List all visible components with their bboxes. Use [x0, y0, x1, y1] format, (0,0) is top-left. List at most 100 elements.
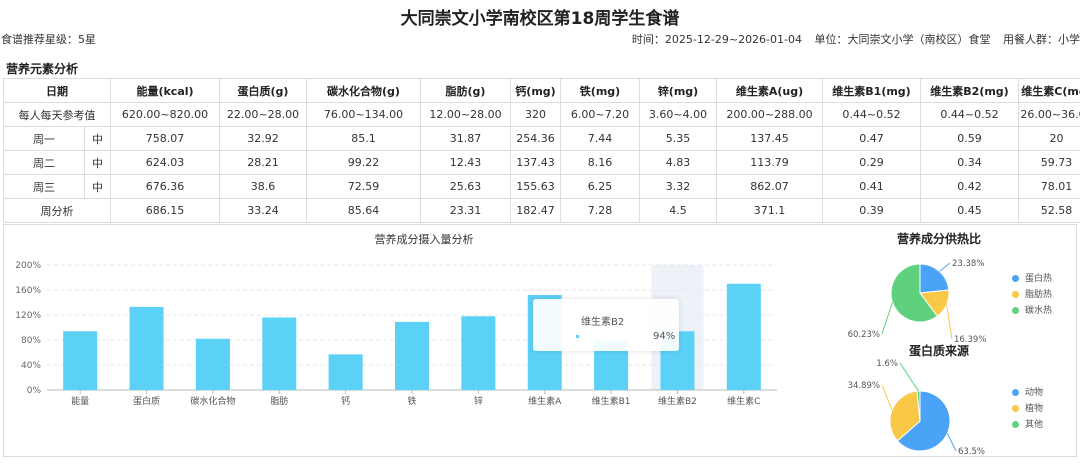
table-cell: 3.60~4.00	[639, 102, 717, 127]
legend-item[interactable]: 蛋白热	[1012, 271, 1052, 287]
table-cell-meal: 中	[84, 150, 111, 175]
pie-label-line	[939, 262, 951, 272]
table-cell: 12.43	[420, 150, 511, 175]
table-header: 铁(mg)	[560, 78, 640, 103]
table-cell: 620.00~820.00	[110, 102, 220, 127]
pie-slice[interactable]	[919, 263, 950, 294]
menu-time: 时间：2025-12-29~2026-01-04	[631, 33, 802, 46]
table-cell: 28.21	[219, 150, 307, 175]
table-row-day: 周二 中 624.03 28.21 99.22 12.43 137.43 8.1…	[3, 150, 1080, 175]
bar[interactable]	[262, 317, 297, 391]
table-cell: 758.07	[110, 126, 220, 151]
table-cell: 85.1	[306, 126, 421, 151]
table-cell: 6.25	[560, 174, 640, 199]
table-header: 锌(mg)	[639, 78, 717, 103]
table-cell: 4.5	[639, 198, 717, 223]
legend-label: 动物	[1025, 388, 1044, 398]
table-cell: 99.22	[306, 150, 421, 175]
bar[interactable]	[328, 354, 363, 390]
legend-item[interactable]: 动物	[1012, 385, 1043, 401]
table-cell: 32.92	[219, 126, 307, 151]
menu-rating: 食谱推荐星级：5星	[1, 33, 96, 46]
y-tick-label: 0%	[27, 386, 42, 396]
table-header: 维生素B1(mg)	[822, 78, 921, 103]
table-cell: 686.15	[110, 198, 220, 223]
tooltip-marker-icon	[576, 335, 579, 338]
table-cell: 0.47	[822, 126, 921, 151]
bar[interactable]	[461, 316, 496, 390]
table-cell: 33.24	[219, 198, 307, 223]
table-cell: 22.00~28.00	[219, 102, 307, 127]
table-cell: 3.32	[639, 174, 717, 199]
table-cell: 59.73	[1018, 150, 1080, 175]
bar[interactable]	[195, 338, 230, 390]
table-cell: 200.00~288.00	[716, 102, 823, 127]
table-cell: 26.00~36.00	[1018, 102, 1080, 127]
legend-label: 脂肪热	[1025, 290, 1053, 300]
table-header: 维生素B2(mg)	[920, 78, 1019, 103]
x-tick-label: 钙	[341, 395, 350, 407]
table-header-row: 日期 能量(kcal) 蛋白质(g) 碳水化合物(g) 脂肪(g) 钙(mg) …	[3, 78, 1080, 103]
nutrition-table: 日期 能量(kcal) 蛋白质(g) 碳水化合物(g) 脂肪(g) 钙(mg) …	[3, 78, 1080, 223]
table-cell-label: 周分析	[3, 198, 111, 223]
table-cell: 676.36	[110, 174, 220, 199]
table-row-summary: 周分析 686.15 33.24 85.64 23.31 182.47 7.28…	[3, 198, 1080, 223]
table-cell: 155.63	[510, 174, 561, 199]
bar[interactable]	[395, 321, 429, 390]
table-row-day: 周三 中 676.36 38.6 72.59 25.63 155.63 6.25…	[3, 174, 1080, 199]
energy-ratio-legend: 蛋白热脂肪热碳水热	[1012, 271, 1052, 319]
pie-slice-label: 34.89%	[848, 381, 880, 391]
table-cell: 7.28	[560, 198, 640, 223]
y-tick-label: 120%	[15, 311, 41, 321]
bar[interactable]	[63, 331, 98, 390]
bar[interactable]	[726, 283, 761, 390]
x-tick-label: 脂肪	[270, 395, 288, 407]
table-cell: 0.44~0.52	[920, 102, 1019, 127]
table-cell-day: 周三	[3, 174, 85, 199]
pie-label-line	[946, 433, 957, 452]
table-row-day: 周一 中 758.07 32.92 85.1 31.87 254.36 7.44…	[3, 126, 1080, 151]
x-tick-label: 能量	[71, 395, 89, 407]
section-title-nutrition: 营养元素分析	[6, 62, 79, 76]
tooltip-name: 维生素B2	[581, 317, 625, 328]
y-tick-label: 160%	[15, 286, 41, 296]
table-cell-meal: 中	[84, 126, 111, 151]
legend-item[interactable]: 碳水热	[1012, 303, 1052, 319]
table-cell: 0.29	[822, 150, 921, 175]
table-cell: 0.44~0.52	[822, 102, 921, 127]
table-cell: 0.41	[822, 174, 921, 199]
table-cell: 371.1	[716, 198, 823, 223]
pie-slice-label: 63.5%	[958, 447, 985, 455]
table-cell: 113.79	[716, 150, 823, 175]
table-cell-day: 周二	[3, 150, 85, 175]
menu-unit: 单位：大同崇文小学（南校区）食堂	[814, 33, 991, 46]
legend-dot-icon	[1012, 307, 1019, 314]
table-cell: 0.42	[920, 174, 1019, 199]
chart-tooltip: 维生素B2 94%	[533, 299, 679, 351]
bar[interactable]	[129, 306, 164, 390]
table-cell: 137.43	[510, 150, 561, 175]
table-cell: 862.07	[716, 174, 823, 199]
legend-item[interactable]: 脂肪热	[1012, 287, 1052, 303]
table-cell: 5.35	[639, 126, 717, 151]
legend-item[interactable]: 其他	[1012, 417, 1043, 433]
table-row-reference: 每人每天参考值 620.00~820.00 22.00~28.00 76.00~…	[3, 102, 1080, 127]
table-header: 蛋白质(g)	[219, 78, 307, 103]
table-cell: 0.45	[920, 198, 1019, 223]
legend-label: 碳水热	[1025, 306, 1053, 316]
table-cell: 0.34	[920, 150, 1019, 175]
table-header: 能量(kcal)	[110, 78, 220, 103]
legend-label: 其他	[1025, 420, 1044, 430]
legend-item[interactable]: 植物	[1012, 401, 1043, 417]
table-cell: 320	[510, 102, 561, 127]
y-tick-label: 40%	[21, 361, 41, 371]
protein-source-legend: 动物植物其他	[1012, 385, 1043, 433]
table-header: 脂肪(g)	[420, 78, 511, 103]
table-cell-day: 周一	[3, 126, 85, 151]
pie-label-line	[946, 304, 953, 340]
x-tick-label: 维生素C	[727, 395, 760, 407]
y-tick-label: 80%	[21, 336, 41, 346]
page-title: 大同崇文小学南校区第18周学生食谱	[400, 9, 680, 29]
intake-bar-chart[interactable]: 0% 40% 80% 120% 160% 200% 能量 蛋白质 碳水化合物 脂肪 钙 铁 锌 维生素A 维…	[4, 225, 834, 455]
menu-meta: 时间：2025-12-29~2026-01-04 单位：大同崇文小学（南校区）食…	[623, 31, 1080, 47]
